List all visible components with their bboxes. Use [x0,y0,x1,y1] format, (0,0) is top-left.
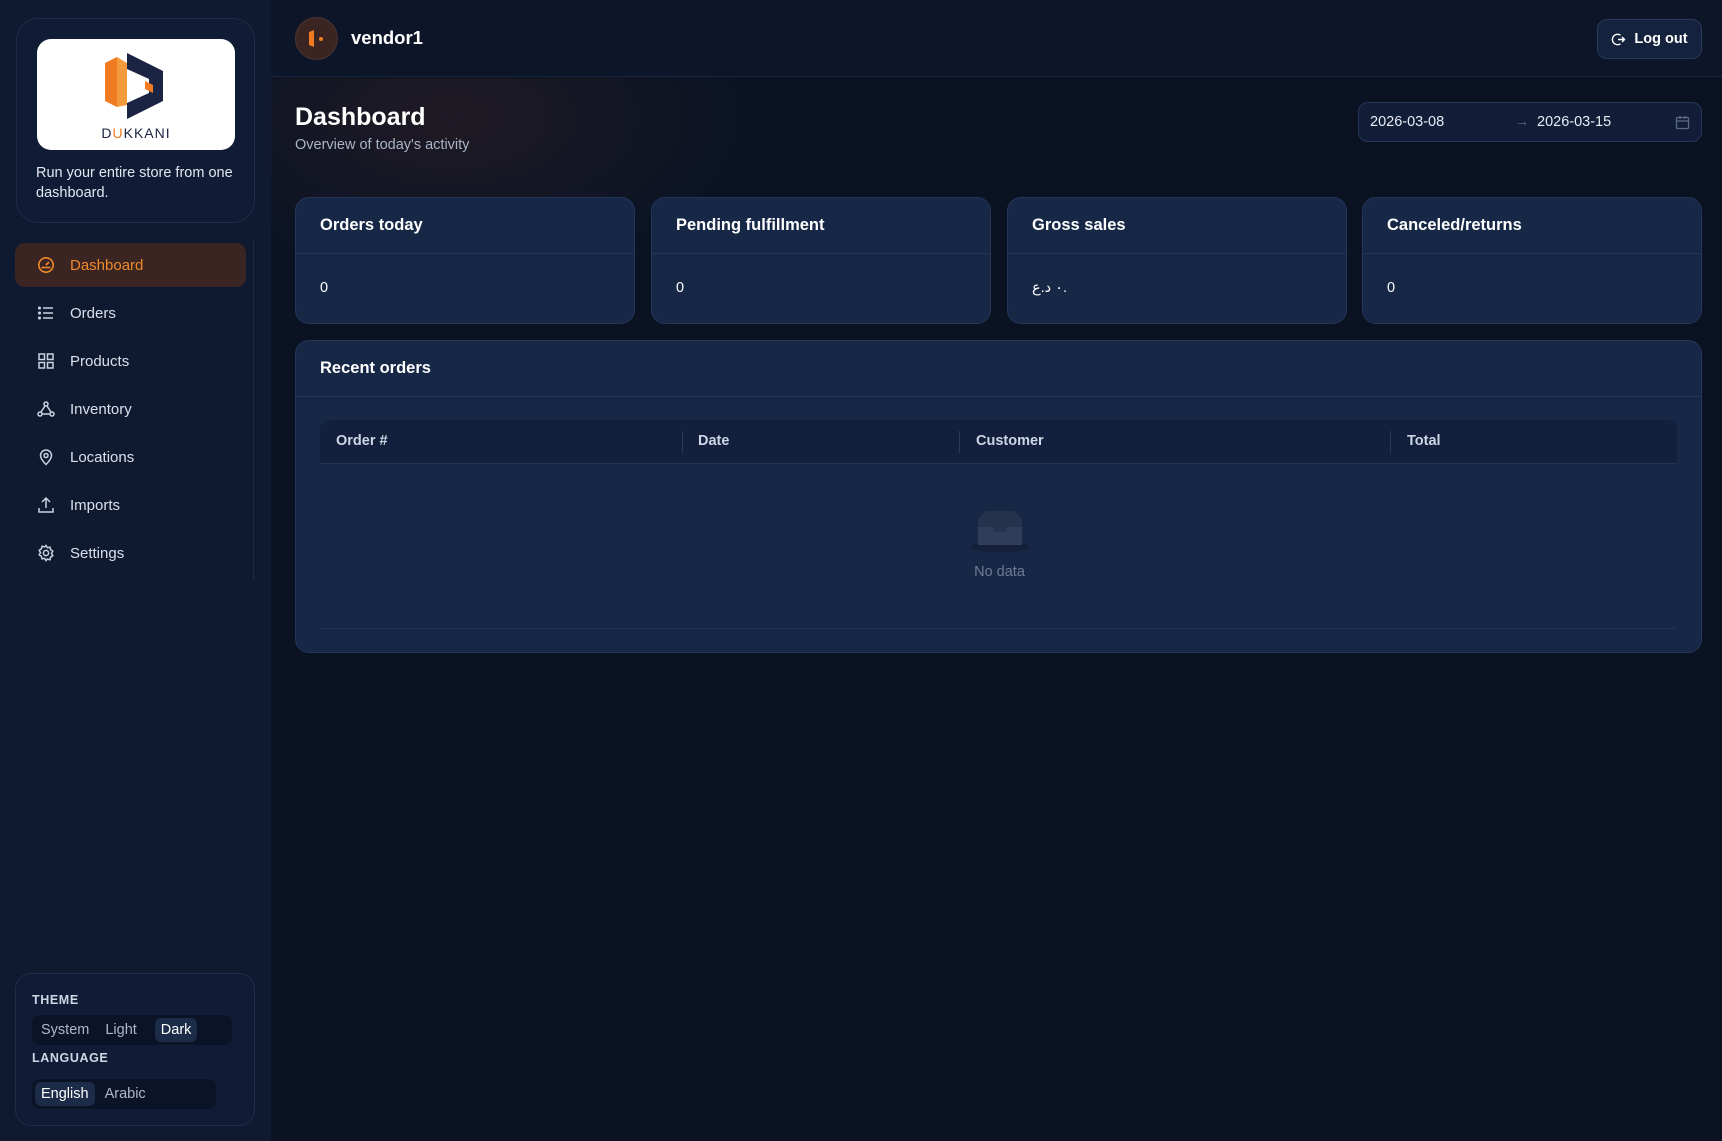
column-header-order-number[interactable]: Order # [336,433,388,449]
sidebar-item-orders[interactable]: Orders [15,291,246,335]
column-divider [1390,431,1391,453]
recent-orders-card: Recent orders Order # Date Customer Tota… [295,340,1702,653]
column-header-date[interactable]: Date [698,433,729,449]
sidebar-item-inventory[interactable]: Inventory [15,387,246,431]
column-header-customer[interactable]: Customer [976,433,1044,449]
stat-card-gross-sales: Gross sales ٠ د.ع. [1007,197,1347,324]
avatar[interactable] [295,17,338,60]
sidebar-item-label: Settings [70,544,125,562]
stat-card-orders-today: Orders today 0 [295,197,635,324]
language-switcher: English Arabic [32,1079,216,1109]
sidebar-item-label: Locations [70,448,135,466]
date-range-picker[interactable]: 2026-03-08 → 2026-03-15 [1358,102,1702,142]
recent-orders-title: Recent orders [296,341,1701,397]
dukkani-avatar-icon [309,30,323,47]
sidebar: DUKKANI Run your entire store from one d… [0,0,271,1141]
stat-card-canceled-returns: Canceled/returns 0 [1362,197,1702,324]
column-divider [682,431,683,453]
page-subtitle: Overview of today's activity [295,137,470,153]
column-divider [959,431,960,453]
sidebar-item-label: Dashboard [70,256,144,274]
nav-divider [253,240,254,580]
inbox-icon [968,509,1032,558]
date-start-input[interactable]: 2026-03-08 [1370,114,1444,130]
logout-icon [1611,32,1626,47]
sidebar-item-label: Imports [70,496,121,514]
theme-option-system[interactable]: System [35,1018,95,1042]
logo-wordmark: DUKKANI [101,125,171,141]
sidebar-item-dashboard[interactable]: Dashboard [15,243,246,287]
gauge-icon [37,256,55,274]
stat-value: 0 [676,280,685,296]
list-icon [37,304,55,322]
sidebar-item-settings[interactable]: Settings [15,531,246,575]
theme-label: THEME [32,993,79,1007]
language-option-english[interactable]: English [35,1082,95,1106]
language-label: LANGUAGE [32,1051,109,1065]
username: vendor1 [351,27,423,48]
main-content: Dashboard Overview of today's activity 2… [271,78,1722,1141]
table-header: Order # Date Customer Total [320,420,1677,464]
dukkani-logo-icon [105,53,163,119]
gear-icon [37,544,55,562]
stat-card-pending-fulfillment: Pending fulfillment 0 [651,197,991,324]
stat-label: Canceled/returns [1363,198,1701,254]
language-option-arabic[interactable]: Arabic [99,1082,152,1106]
network-icon [37,400,55,418]
logo: DUKKANI [37,39,235,150]
sidebar-item-locations[interactable]: Locations [15,435,246,479]
logout-button[interactable]: Log out [1597,19,1702,59]
calendar-icon[interactable] [1675,115,1690,130]
preferences-panel: THEME System Light Dark LANGUAGE English… [15,973,255,1126]
empty-state-text: No data [974,564,1025,580]
sidebar-item-products[interactable]: Products [15,339,246,383]
sidebar-item-label: Products [70,352,130,370]
top-header: vendor1 Log out [271,0,1722,77]
sidebar-nav: Dashboard Orders Products Inventory Loca… [15,243,246,579]
theme-option-light[interactable]: Light [99,1018,142,1042]
logout-label: Log out [1634,31,1688,47]
theme-switcher: System Light Dark [32,1015,232,1045]
column-header-total[interactable]: Total [1407,433,1441,449]
sidebar-item-imports[interactable]: Imports [15,483,246,527]
upload-icon [37,496,55,514]
page-title: Dashboard [295,103,426,131]
stat-label: Gross sales [1008,198,1346,254]
theme-option-dark[interactable]: Dark [154,1018,198,1042]
stat-value: 0 [320,280,329,296]
brand-tagline: Run your entire store from one dashboard… [36,165,233,201]
stat-label: Orders today [296,198,634,254]
grid-icon [37,352,55,370]
table-bottom-border [320,628,1677,629]
date-end-input[interactable]: 2026-03-15 [1537,114,1611,130]
brand-card: DUKKANI Run your entire store from one d… [16,18,255,223]
map-pin-icon [37,448,55,466]
arrow-right-icon: → [1515,113,1529,129]
stat-label: Pending fulfillment [652,198,990,254]
stat-value: ٠ د.ع. [1032,280,1067,296]
stat-value: 0 [1387,280,1396,296]
sidebar-item-label: Orders [70,304,116,322]
sidebar-item-label: Inventory [70,400,132,418]
